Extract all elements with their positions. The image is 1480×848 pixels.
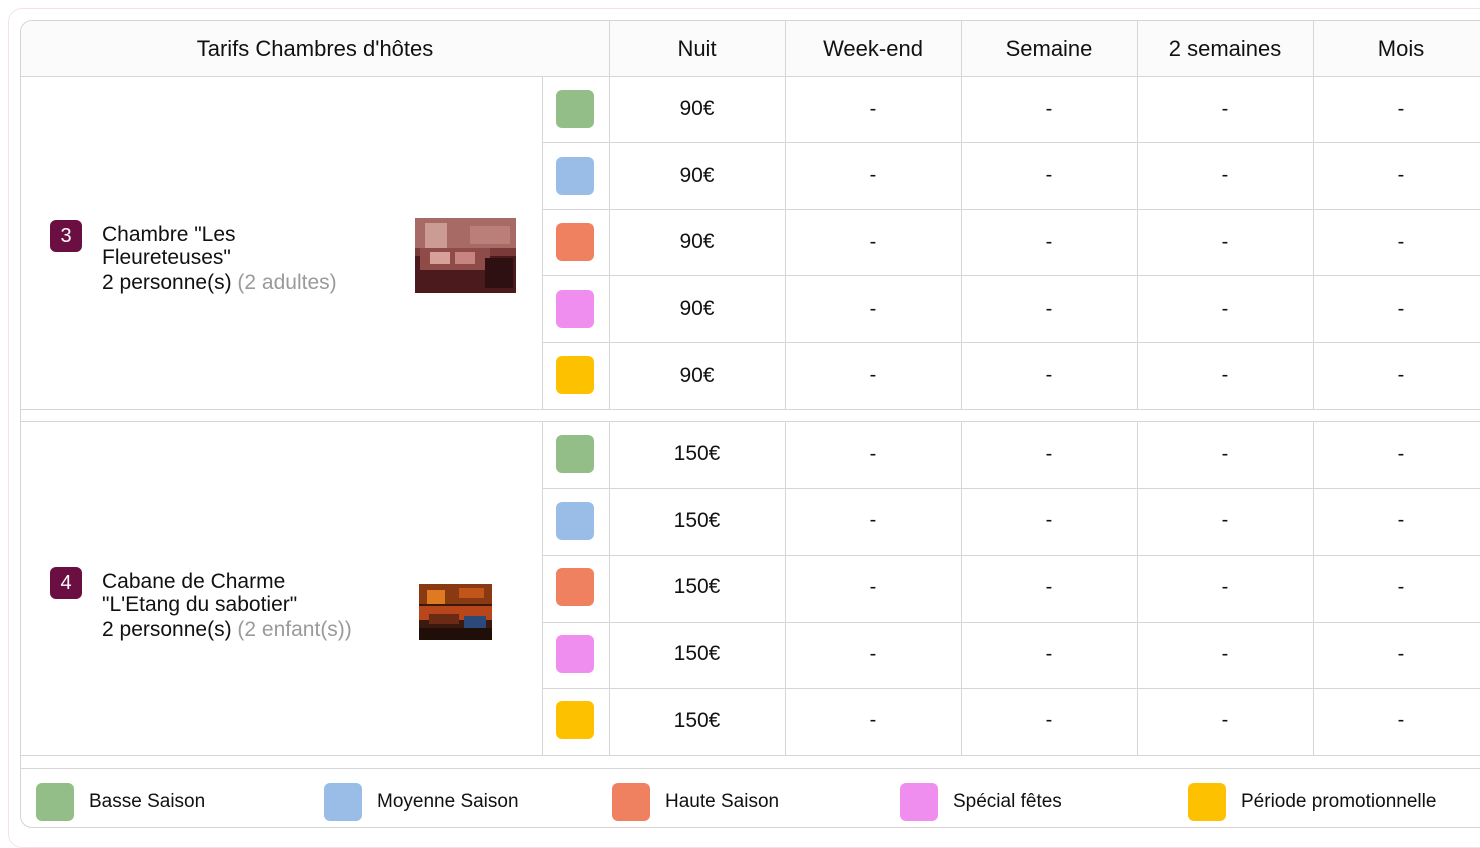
price-2-semaines: - [1221, 230, 1229, 253]
room-number-badge: 3 [50, 220, 82, 252]
legend-label-moyenne: Moyenne Saison [377, 791, 519, 812]
table-title: Tarifs Chambres d'hôtes [196, 35, 434, 61]
season-swatch-moyenne [556, 501, 594, 540]
price-weekend: - [869, 164, 877, 187]
price-weekend: - [869, 230, 877, 253]
price-mois: - [1397, 297, 1405, 320]
price-semaine: - [1045, 442, 1053, 465]
price-mois: - [1397, 97, 1405, 120]
price-weekend: - [869, 642, 877, 665]
legend-label-promo: Période promotionnelle [1241, 791, 1437, 812]
price-weekend: - [869, 509, 877, 532]
price-weekend: - [869, 442, 877, 465]
price-semaine: - [1045, 509, 1053, 532]
season-swatch-basse [556, 435, 594, 473]
price-nuit: 90€ [679, 297, 715, 321]
price-mois: - [1397, 709, 1405, 732]
price-2-semaines: - [1221, 364, 1229, 387]
price-weekend: - [869, 575, 877, 598]
season-swatch-promo [556, 701, 594, 740]
season-swatch-haute [556, 223, 594, 262]
price-semaine: - [1045, 97, 1053, 120]
price-semaine: - [1045, 230, 1053, 253]
price-2-semaines: - [1221, 442, 1229, 465]
room-photo-image [419, 584, 492, 640]
season-swatch-moyenne [556, 156, 594, 195]
price-weekend: - [869, 97, 877, 120]
room-name-line: Cabane de Charme [102, 570, 286, 593]
price-nuit: 150€ [673, 508, 721, 532]
room-name-line: "L'Etang du sabotier" [102, 593, 298, 616]
price-weekend: - [869, 709, 877, 732]
column-header-nuit: Nuit [677, 35, 717, 61]
column-header-2-semaines: 2 semaines [1168, 35, 1282, 61]
price-nuit: 90€ [679, 363, 715, 387]
price-mois: - [1397, 442, 1405, 465]
price-mois: - [1397, 509, 1405, 532]
room-name-line: Chambre "Les [102, 223, 236, 246]
column-header-weekend: Week-end [823, 35, 923, 61]
price-semaine: - [1045, 709, 1053, 732]
season-swatch-haute [556, 568, 594, 607]
capacity-count: 2 personne(s) [102, 271, 232, 294]
room-name[interactable]: Cabane de Charme "L'Etang du sabotier" [102, 570, 297, 616]
price-semaine: - [1045, 164, 1053, 187]
season-swatch-speciale [556, 289, 594, 328]
price-2-semaines: - [1221, 709, 1229, 732]
price-semaine: - [1045, 575, 1053, 598]
price-nuit: 90€ [679, 230, 715, 254]
price-semaine: - [1045, 642, 1053, 665]
price-2-semaines: - [1221, 164, 1229, 187]
column-header-mois: Mois [1377, 35, 1425, 61]
capacity-detail: (2 enfant(s)) [237, 618, 352, 641]
price-nuit: 150€ [673, 708, 721, 732]
price-nuit: 150€ [673, 442, 721, 466]
price-2-semaines: - [1221, 575, 1229, 598]
price-2-semaines: - [1221, 97, 1229, 120]
room-name[interactable]: Chambre "Les Fleureteuses" [102, 223, 236, 269]
room-capacity: 2 personne(s) (2 enfant(s)) [102, 618, 352, 642]
legend-swatch-haute [612, 783, 650, 821]
legend-swatch-basse [36, 783, 74, 821]
price-nuit: 150€ [673, 575, 721, 599]
room-photo[interactable] [419, 584, 492, 640]
capacity-detail: (2 adultes) [237, 271, 337, 294]
price-mois: - [1397, 364, 1405, 387]
price-semaine: - [1045, 364, 1053, 387]
room-capacity: 2 personne(s) (2 adultes) [102, 271, 337, 295]
price-nuit: 150€ [673, 642, 721, 666]
room-photo[interactable] [415, 218, 516, 293]
price-2-semaines: - [1221, 297, 1229, 320]
legend-label-basse: Basse Saison [89, 791, 206, 812]
room-photo-image [415, 218, 516, 293]
room-name-line: Fleureteuses" [102, 246, 231, 269]
capacity-count: 2 personne(s) [102, 618, 232, 641]
price-2-semaines: - [1221, 509, 1229, 532]
legend-swatch-moyenne [324, 783, 362, 821]
price-weekend: - [869, 364, 877, 387]
legend-swatch-speciale [900, 783, 938, 821]
season-swatch-promo [556, 356, 594, 395]
price-2-semaines: - [1221, 642, 1229, 665]
legend-label-haute: Haute Saison [665, 791, 780, 812]
price-semaine: - [1045, 297, 1053, 320]
column-header-semaine: Semaine [1005, 35, 1093, 61]
room-number-badge: 4 [50, 567, 82, 599]
legend-swatch-promo [1188, 783, 1226, 821]
price-nuit: 90€ [679, 163, 715, 187]
price-weekend: - [869, 297, 877, 320]
price-mois: - [1397, 230, 1405, 253]
price-nuit: 90€ [679, 97, 715, 121]
rates-table: Tarifs Chambres d'hôtes Nuit Week-end Se… [20, 20, 1480, 828]
price-mois: - [1397, 164, 1405, 187]
season-swatch-basse [556, 90, 594, 128]
legend-label-speciale: Spécial fêtes [953, 791, 1062, 812]
price-mois: - [1397, 575, 1405, 598]
price-mois: - [1397, 642, 1405, 665]
season-swatch-speciale [556, 634, 594, 673]
